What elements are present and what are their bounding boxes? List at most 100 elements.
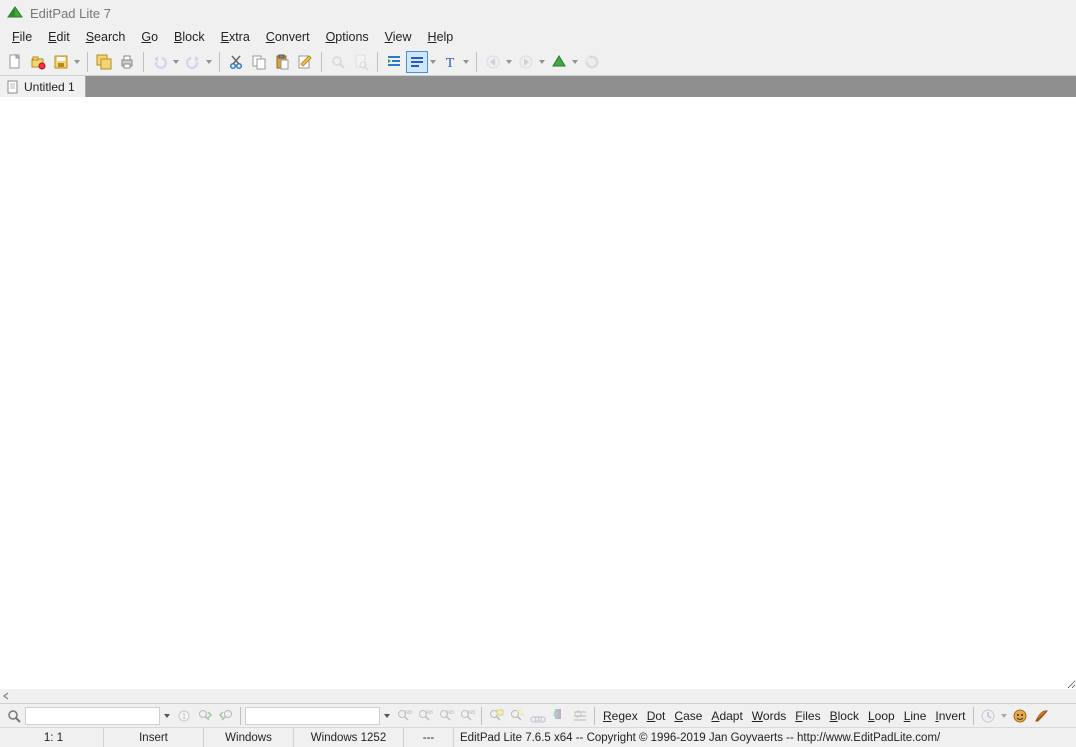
search-option-adapt[interactable]: Adapt <box>707 707 746 725</box>
menu-view[interactable]: View <box>377 28 420 46</box>
search-option-files[interactable]: Files <box>791 707 824 725</box>
tab-untitled-1[interactable]: Untitled 1 <box>0 76 86 97</box>
dropdown-icon[interactable] <box>504 51 514 73</box>
menu-options[interactable]: Options <box>318 28 377 46</box>
web-icon[interactable] <box>548 51 570 73</box>
search-separator <box>594 707 595 725</box>
list-icon[interactable] <box>570 706 590 726</box>
dropdown-icon[interactable] <box>461 51 471 73</box>
toolbar-separator <box>377 52 378 72</box>
edit-icon[interactable] <box>294 51 316 73</box>
zoom-icon[interactable] <box>327 51 349 73</box>
history-icon[interactable] <box>978 706 998 726</box>
reload-icon[interactable] <box>581 51 603 73</box>
search-separator <box>973 707 974 725</box>
find-prev-icon[interactable] <box>216 706 236 726</box>
search-option-invert[interactable]: Invert <box>931 707 969 725</box>
menu-file[interactable]: File <box>4 28 40 46</box>
highlight-icon[interactable] <box>486 706 506 726</box>
indent-icon[interactable] <box>383 51 405 73</box>
svg-text:AB: AB <box>446 710 454 716</box>
find-next-icon[interactable] <box>195 706 215 726</box>
svg-text:AB: AB <box>425 710 433 716</box>
menu-help[interactable]: Help <box>420 28 462 46</box>
redo-icon[interactable] <box>182 51 204 73</box>
search-toolbar: 1 AB AB AB AB 123 RegexDotCaseAdaptWordsFilesB… <box>0 703 1076 727</box>
dropdown-icon[interactable] <box>161 706 173 726</box>
replace-input[interactable] <box>245 707 380 725</box>
toolbar-separator <box>87 52 88 72</box>
cut-icon[interactable] <box>225 51 247 73</box>
titlebar: EditPad Lite 7 <box>0 0 1076 26</box>
dropdown-icon[interactable] <box>171 51 181 73</box>
menu-search[interactable]: Search <box>78 28 134 46</box>
svg-text:123: 123 <box>534 717 543 723</box>
document-icon <box>6 80 20 94</box>
app-icon <box>6 4 24 22</box>
replace-rest-icon[interactable]: AB <box>436 706 456 726</box>
search-separator <box>481 707 482 725</box>
nav-forward-icon[interactable] <box>515 51 537 73</box>
toolbar-separator <box>219 52 220 72</box>
search-option-case[interactable]: Case <box>670 707 706 725</box>
open-file-icon[interactable] <box>27 51 49 73</box>
undo-icon[interactable] <box>149 51 171 73</box>
statusbar: 1: 1 Insert Windows Windows 1252 --- Edi… <box>0 727 1076 747</box>
svg-text:AB: AB <box>467 710 475 716</box>
replace-all-icon[interactable]: AB <box>415 706 435 726</box>
search-separator <box>240 707 241 725</box>
status-os[interactable]: Windows <box>204 728 294 747</box>
menu-edit[interactable]: Edit <box>40 28 78 46</box>
dropdown-icon[interactable] <box>72 51 82 73</box>
paste-icon[interactable] <box>271 51 293 73</box>
feather-icon[interactable] <box>1031 706 1051 726</box>
search-option-dot[interactable]: Dot <box>643 707 670 725</box>
search-option-block[interactable]: Block <box>826 707 863 725</box>
menu-go[interactable]: Go <box>133 28 166 46</box>
toolbar-separator <box>143 52 144 72</box>
hscroll-hint[interactable] <box>0 689 1076 703</box>
copy-icon[interactable] <box>248 51 270 73</box>
save-all-icon[interactable] <box>93 51 115 73</box>
main-toolbar: T <box>0 48 1076 76</box>
print-icon[interactable] <box>116 51 138 73</box>
status-info: EditPad Lite 7.6.5 x64 -- Copyright © 19… <box>454 728 1072 747</box>
new-file-icon[interactable] <box>4 51 26 73</box>
dropdown-icon[interactable] <box>999 706 1009 726</box>
dropdown-icon[interactable] <box>204 51 214 73</box>
svg-text:AB: AB <box>404 710 412 716</box>
search-option-words[interactable]: Words <box>748 707 790 725</box>
mascot-face-icon[interactable] <box>1010 706 1030 726</box>
menubar: FileEditSearchGoBlockExtraConvertOptions… <box>0 26 1076 48</box>
app-title: EditPad Lite 7 <box>30 6 111 21</box>
status-linebreak[interactable]: --- <box>404 728 454 747</box>
dropdown-icon[interactable] <box>570 51 580 73</box>
regex-tester-icon[interactable]: 1 <box>174 706 194 726</box>
highlight-all-icon[interactable] <box>507 706 527 726</box>
svg-text:T: T <box>446 56 455 70</box>
search-option-line[interactable]: Line <box>900 707 931 725</box>
find-doc-icon[interactable] <box>350 51 372 73</box>
dropdown-icon[interactable] <box>381 706 393 726</box>
nav-back-icon[interactable] <box>482 51 504 73</box>
font-icon[interactable]: T <box>439 51 461 73</box>
status-position[interactable]: 1: 1 <box>4 728 104 747</box>
status-mode[interactable]: Insert <box>104 728 204 747</box>
search-icon[interactable] <box>4 706 24 726</box>
bookmark-icon[interactable] <box>549 706 569 726</box>
search-option-loop[interactable]: Loop <box>864 707 899 725</box>
count-icon[interactable]: 123 <box>528 706 548 726</box>
dropdown-icon[interactable] <box>537 51 547 73</box>
status-encoding[interactable]: Windows 1252 <box>294 728 404 747</box>
dropdown-icon[interactable] <box>428 51 438 73</box>
wordwrap-icon[interactable] <box>406 51 428 73</box>
editor-area[interactable] <box>0 97 1076 689</box>
menu-block[interactable]: Block <box>166 28 213 46</box>
menu-convert[interactable]: Convert <box>258 28 318 46</box>
replace-back-icon[interactable]: AB <box>457 706 477 726</box>
search-input[interactable] <box>25 707 160 725</box>
save-file-icon[interactable] <box>50 51 72 73</box>
menu-extra[interactable]: Extra <box>213 28 258 46</box>
search-option-regex[interactable]: Regex <box>599 707 642 725</box>
replace-icon[interactable]: AB <box>394 706 414 726</box>
